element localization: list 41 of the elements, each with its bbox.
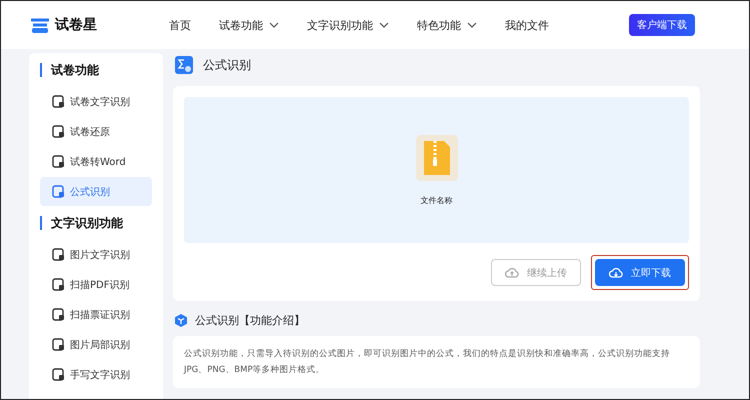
- download-button[interactable]: 立即下载: [595, 259, 685, 286]
- sidebar-item[interactable]: 图片文字识别: [40, 240, 152, 269]
- nav-link[interactable]: 首页: [169, 18, 191, 32]
- nav-link[interactable]: 特色功能: [417, 18, 477, 32]
- sidebar-item[interactable]: 手写文字识别: [40, 360, 152, 389]
- sidebar-group-title: 试卷功能: [40, 63, 152, 77]
- document-icon: [52, 185, 65, 198]
- sidebar-item[interactable]: 扫描PDF识别: [40, 270, 152, 299]
- document-icon: [52, 278, 65, 291]
- description-text: 公式识别功能，只需导入待识别的公式图片，即可识别图片中的公式，我们的特点是识别快和准确率高，公式识别功能支持JPG、PNG、BMP等多种图片格式。: [184, 348, 671, 377]
- cloud-download-icon: [609, 267, 623, 278]
- document-icon: [52, 248, 65, 261]
- nav-link[interactable]: 文字识别功能: [307, 18, 389, 32]
- sidebar-item[interactable]: 试卷还原: [40, 117, 152, 146]
- logo-icon: [29, 16, 51, 34]
- zip-file-icon: [416, 134, 458, 180]
- file-name: 文件名称: [420, 194, 452, 206]
- document-icon: [52, 155, 65, 168]
- document-icon: [52, 95, 65, 108]
- sidebar-item[interactable]: 公式识别: [40, 177, 152, 206]
- sidebar-item[interactable]: 图片局部识别: [40, 330, 152, 359]
- sidebar-item[interactable]: 试卷文字识别: [40, 87, 152, 116]
- document-icon: [52, 308, 65, 321]
- page-title: 公式识别: [203, 56, 251, 74]
- nav-link[interactable]: 我的文件: [505, 18, 549, 32]
- cube-icon: [175, 314, 187, 327]
- document-icon: [52, 368, 65, 381]
- formula-icon: [175, 56, 193, 74]
- client-download-button[interactable]: 客户端下载: [629, 14, 695, 36]
- logo-text[interactable]: 试卷星: [55, 16, 97, 34]
- sidebar-item[interactable]: 扫描票证识别: [40, 300, 152, 329]
- chevron-down-icon: [379, 22, 389, 28]
- cloud-upload-icon: [505, 267, 519, 278]
- document-icon: [52, 125, 65, 138]
- nav-link[interactable]: 试卷功能: [219, 18, 279, 32]
- section-heading: 公式识别【功能介绍】: [195, 313, 305, 328]
- sidebar-item[interactable]: 试卷转Word: [40, 147, 152, 176]
- document-icon: [52, 338, 65, 351]
- chevron-down-icon: [269, 22, 279, 28]
- sidebar-group-title: 文字识别功能: [40, 216, 152, 230]
- chevron-down-icon: [467, 22, 477, 28]
